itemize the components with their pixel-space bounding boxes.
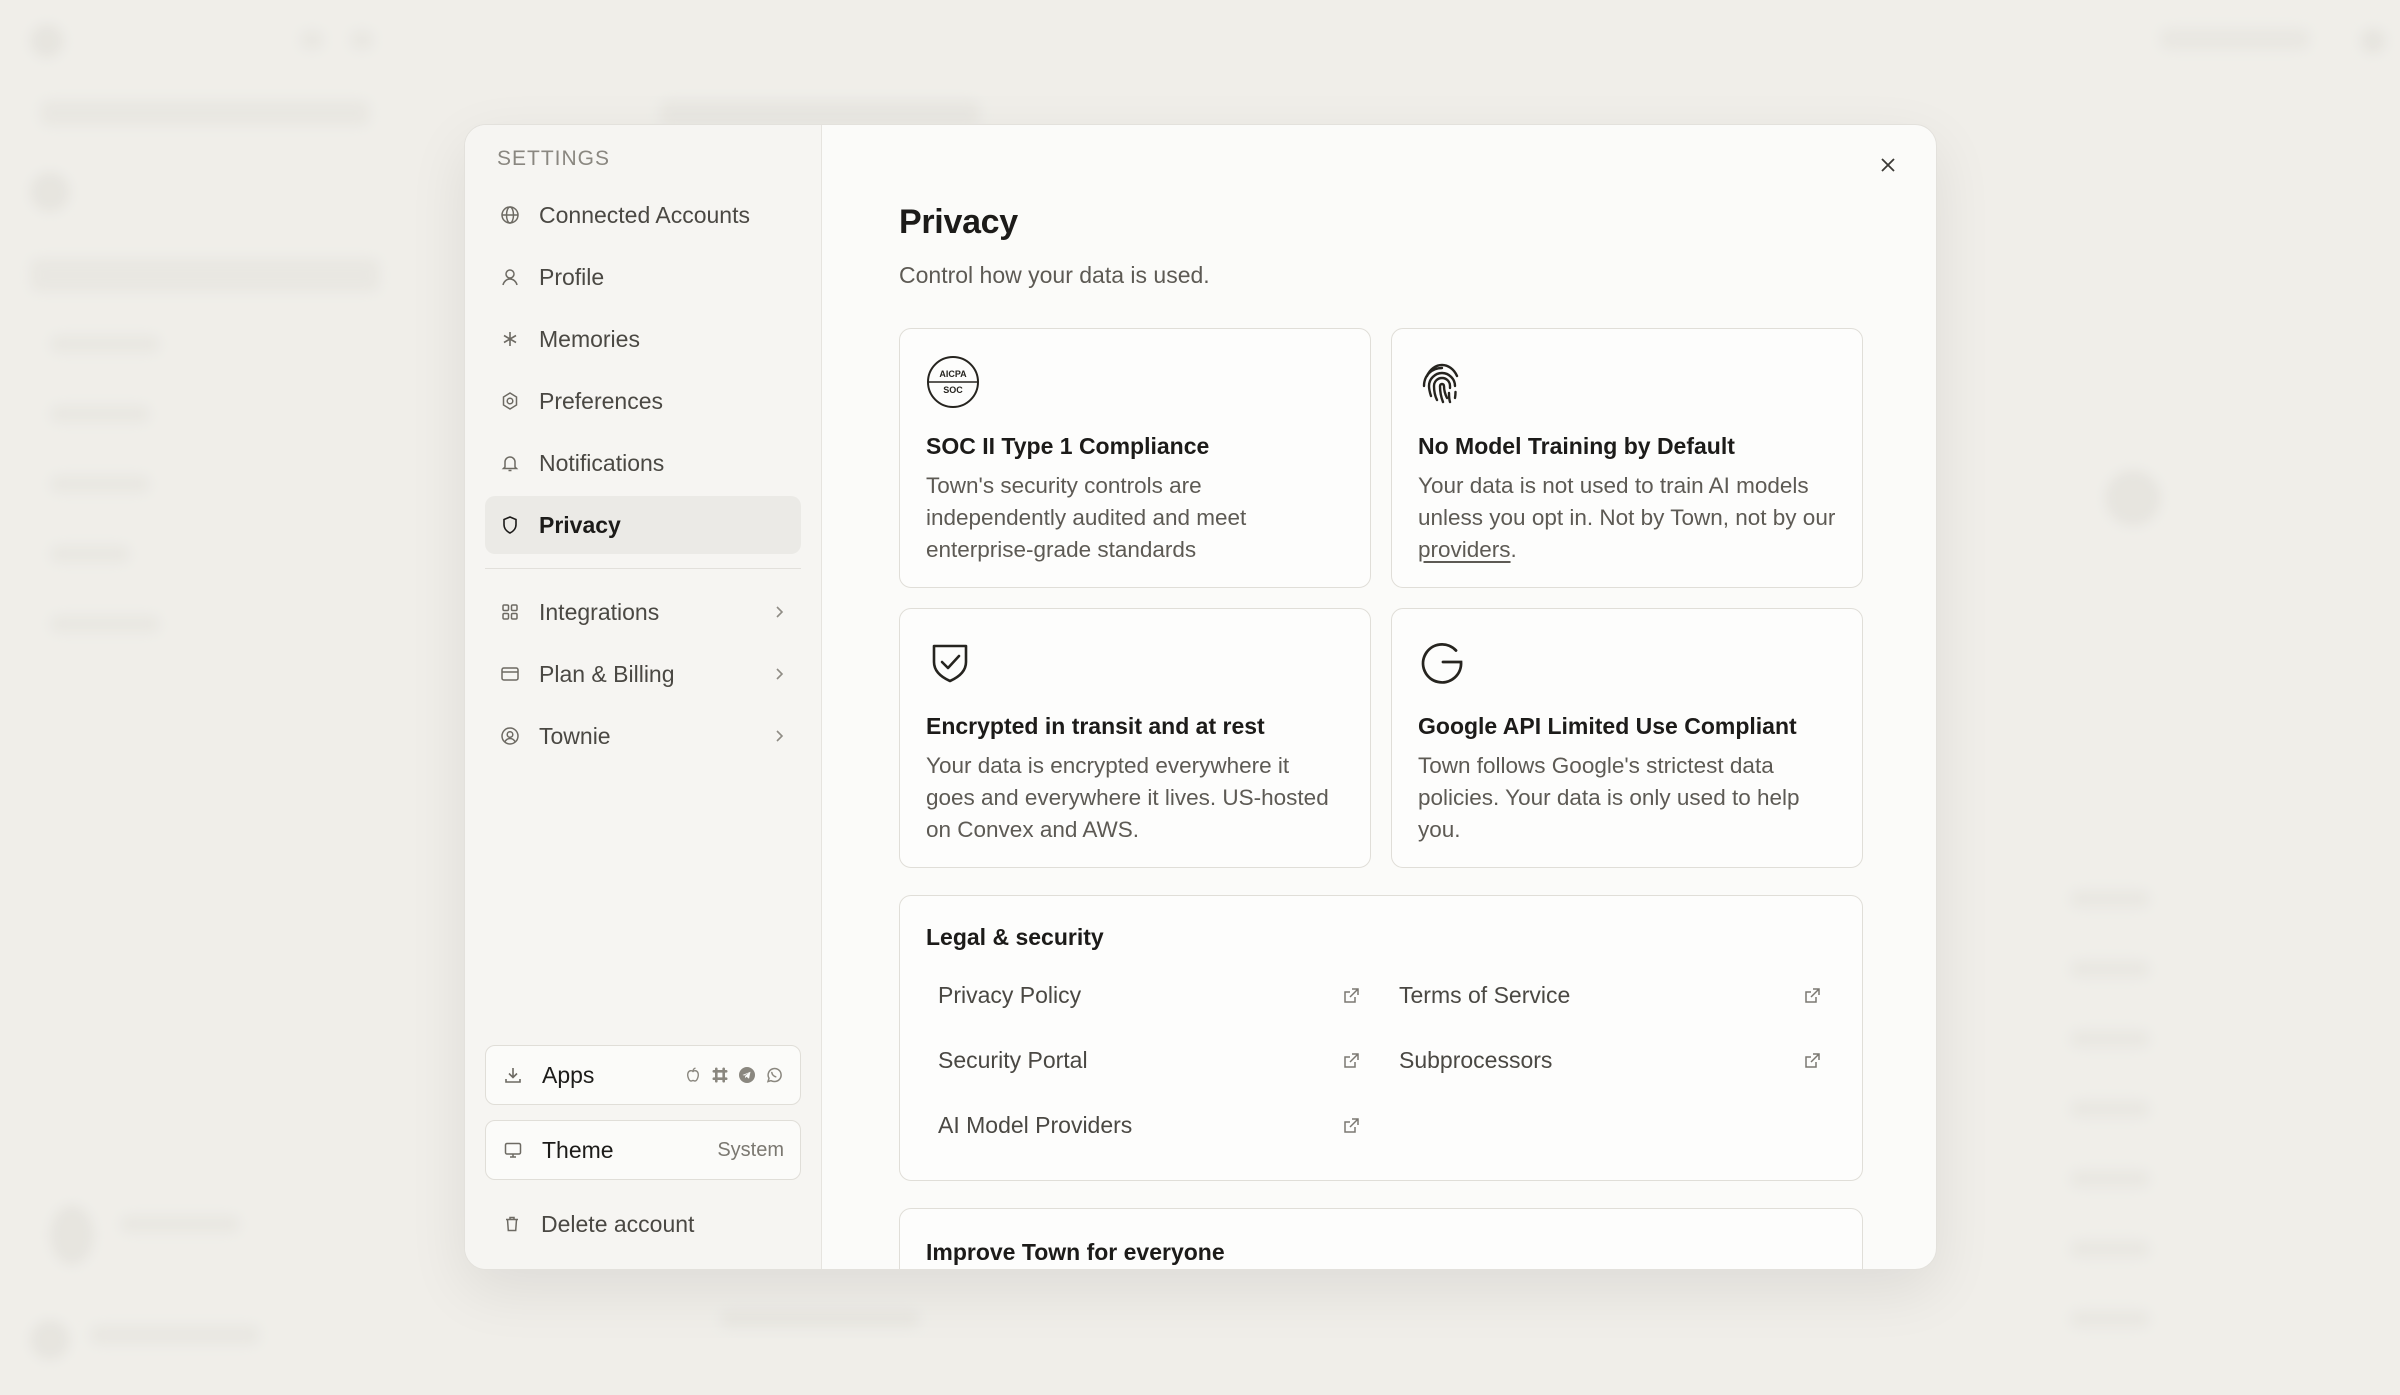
card-text-main: Your data is not used to train AI models…	[1418, 473, 1836, 530]
card-title: No Model Training by Default	[1418, 433, 1735, 459]
soc-badge-top-text: AICPA	[939, 369, 967, 379]
external-link-icon	[1341, 1051, 1361, 1071]
asterisk-icon	[499, 328, 521, 350]
apps-label: Apps	[542, 1061, 595, 1088]
settings-modal: SETTINGS Connected Accounts Profile Memo…	[464, 124, 1937, 1270]
privacy-cards: AICPA SOC SOC II Type 1 Compliance Town'…	[899, 328, 1863, 868]
shield-check-icon	[926, 635, 980, 689]
sidebar-item-label: Notifications	[539, 449, 665, 476]
external-link-icon	[1802, 986, 1822, 1006]
trash-icon	[501, 1213, 523, 1235]
sidebar-item-townie[interactable]: Townie	[485, 707, 801, 765]
subprocessors-link[interactable]: Subprocessors	[1387, 1028, 1834, 1093]
card-encryption: Encrypted in transit and at rest Your da…	[899, 608, 1371, 868]
sidebar-item-privacy[interactable]: Privacy	[485, 496, 801, 554]
sidebar-item-label: Connected Accounts	[539, 201, 750, 228]
page-subtitle: Control how your data is used.	[899, 262, 1210, 288]
sidebar-item-label: Privacy	[539, 511, 621, 538]
legal-security-section: Legal & security Privacy Policy Terms of…	[899, 895, 1863, 1181]
shield-icon	[499, 514, 521, 536]
slack-icon	[710, 1065, 730, 1085]
sidebar-item-memories[interactable]: Memories	[485, 310, 801, 368]
section-title: Improve Town for everyone	[926, 1239, 1225, 1265]
card-title: Encrypted in transit and at rest	[926, 713, 1265, 739]
card-text: Town's security controls are independent…	[926, 473, 1247, 562]
privacy-policy-link[interactable]: Privacy Policy	[926, 963, 1373, 1028]
card-google-api: Google API Limited Use Compliant Town fo…	[1391, 608, 1863, 868]
link-label: AI Model Providers	[938, 1112, 1133, 1138]
delete-account-button[interactable]: Delete account	[485, 1195, 801, 1253]
card-icon	[499, 663, 521, 685]
page-title: Privacy	[899, 203, 1018, 241]
download-icon	[502, 1064, 524, 1086]
bell-icon	[499, 452, 521, 474]
sidebar-item-label: Integrations	[539, 598, 660, 625]
sidebar-item-connected-accounts[interactable]: Connected Accounts	[485, 186, 801, 244]
external-link-icon	[1802, 1051, 1822, 1071]
improve-town-section: Improve Town for everyone	[899, 1208, 1863, 1269]
sidebar-item-label: Memories	[539, 325, 640, 352]
card-title: Google API Limited Use Compliant	[1418, 713, 1797, 739]
user-icon	[499, 266, 521, 288]
chevron-right-icon	[771, 599, 787, 626]
close-button[interactable]	[1870, 149, 1906, 185]
section-title: Legal & security	[926, 924, 1104, 950]
card-text: Your data is encrypted everywhere it goe…	[926, 753, 1329, 842]
close-icon	[1878, 155, 1898, 180]
user-circle-icon	[499, 725, 521, 747]
sidebar-heading: SETTINGS	[497, 147, 611, 170]
sidebar-item-label: Plan & Billing	[539, 660, 675, 687]
card-soc2: AICPA SOC SOC II Type 1 Compliance Town'…	[899, 328, 1371, 588]
theme-label: Theme	[542, 1136, 614, 1163]
link-label: Subprocessors	[1399, 1047, 1553, 1073]
sidebar-item-integrations[interactable]: Integrations	[485, 583, 801, 641]
soc-badge-bottom-text: SOC	[943, 385, 963, 395]
google-icon	[1418, 635, 1472, 689]
legal-links: Privacy Policy Terms of Service Security…	[926, 963, 1836, 1158]
sidebar-item-profile[interactable]: Profile	[485, 248, 801, 306]
soc-badge-icon: AICPA SOC	[926, 355, 980, 409]
sidebar-item-plan-billing[interactable]: Plan & Billing	[485, 645, 801, 703]
sidebar-item-label: Townie	[539, 722, 611, 749]
ai-model-providers-link[interactable]: AI Model Providers	[926, 1093, 1373, 1158]
link-label: Terms of Service	[1399, 982, 1571, 1008]
apps-button[interactable]: Apps	[485, 1045, 801, 1105]
external-link-icon	[1341, 986, 1361, 1006]
security-portal-link[interactable]: Security Portal	[926, 1028, 1373, 1093]
sidebar-item-label: Preferences	[539, 387, 664, 414]
privacy-panel: Privacy Control how your data is used. A…	[822, 125, 1936, 1269]
whatsapp-icon	[764, 1065, 784, 1085]
settings-sidebar: SETTINGS Connected Accounts Profile Memo…	[465, 125, 822, 1269]
apple-icon	[683, 1065, 703, 1085]
delete-account-label: Delete account	[541, 1210, 695, 1237]
link-label: Privacy Policy	[938, 982, 1082, 1008]
fingerprint-icon	[1418, 355, 1472, 409]
globe-icon	[499, 204, 521, 226]
sidebar-item-label: Profile	[539, 263, 605, 290]
terms-of-service-link[interactable]: Terms of Service	[1387, 963, 1834, 1028]
link-label: Security Portal	[938, 1047, 1088, 1073]
providers-link[interactable]: providers	[1418, 537, 1511, 562]
card-text-end: .	[1510, 537, 1517, 562]
sidebar-item-preferences[interactable]: Preferences	[485, 372, 801, 430]
sidebar-divider	[485, 568, 801, 569]
telegram-icon	[737, 1065, 757, 1085]
chevron-right-icon	[771, 723, 787, 750]
external-link-icon	[1341, 1116, 1361, 1136]
theme-value: System	[717, 1138, 784, 1161]
grid-icon	[499, 601, 521, 623]
chevron-right-icon	[771, 661, 787, 688]
card-text: Your data is not used to train AI models…	[1418, 470, 1836, 566]
sidebar-footer: Apps Theme System Delete account	[485, 1045, 801, 1269]
card-text: Town follows Google's strictest data pol…	[1418, 753, 1800, 842]
sidebar-item-notifications[interactable]: Notifications	[485, 434, 801, 492]
card-no-training: No Model Training by Default Your data i…	[1391, 328, 1863, 588]
card-title: SOC II Type 1 Compliance	[926, 433, 1210, 459]
monitor-icon	[502, 1139, 524, 1161]
theme-selector[interactable]: Theme System	[485, 1120, 801, 1180]
gear-icon	[499, 390, 521, 412]
